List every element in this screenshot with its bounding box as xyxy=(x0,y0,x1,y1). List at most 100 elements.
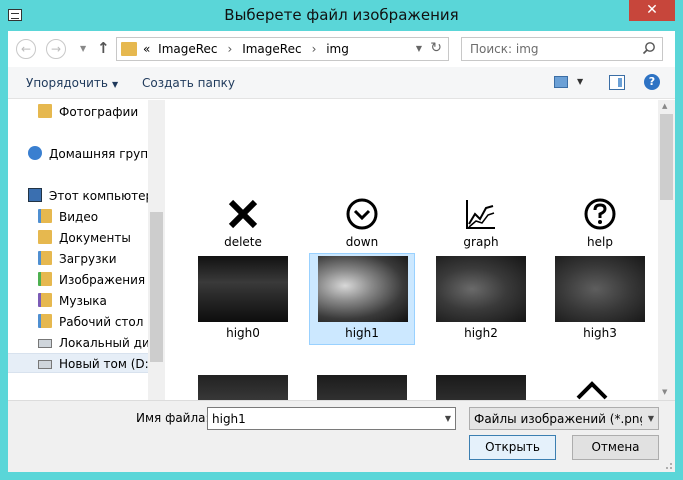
file-type-value: Файлы изображений (*.png *. xyxy=(474,412,642,426)
dialog-client: ← → ▼ ↑ « ImageRec › ImageRec › img ▼ ↻ По… xyxy=(8,31,675,472)
file-item-partial[interactable] xyxy=(428,373,534,400)
file-item-high3[interactable]: high3 xyxy=(547,254,653,346)
file-name: help xyxy=(587,235,613,249)
file-item-high0[interactable]: high0 xyxy=(190,254,296,346)
new-folder-button[interactable]: Создать папку xyxy=(142,76,235,90)
sidebar-item-label: Домашняя группа xyxy=(49,147,164,161)
scroll-up-icon[interactable]: ▲ xyxy=(662,102,667,110)
sidebar-item-downloads[interactable]: Загрузки xyxy=(8,249,148,269)
graph-icon xyxy=(466,200,495,229)
downloads-folder-icon xyxy=(38,251,52,265)
file-type-select[interactable]: Файлы изображений (*.png *. ▼ xyxy=(469,407,659,430)
sidebar-item-drive-d[interactable]: Новый том (D:) xyxy=(8,353,153,373)
navigation-bar: ← → ▼ ↑ « ImageRec › ImageRec › img ▼ ↻ По… xyxy=(8,31,675,67)
organize-button[interactable]: Упорядочить ▼ xyxy=(26,76,118,90)
filename-label: Имя файла: xyxy=(136,411,210,425)
file-item-high1[interactable]: high1 xyxy=(309,253,415,345)
file-list: delete down graph help high0 high1 high2… xyxy=(165,100,675,400)
view-mode-dropdown-icon[interactable]: ▼ xyxy=(577,77,583,86)
organize-label: Упорядочить xyxy=(26,76,108,90)
file-item-down[interactable]: down xyxy=(309,195,415,251)
up-arrow-icon[interactable]: ↑ xyxy=(97,39,110,57)
sidebar-item-label: Новый том (D:) xyxy=(59,357,154,371)
computer-icon xyxy=(28,188,42,202)
sidebar-item-label: Рабочий стол xyxy=(59,315,144,329)
chevron-down-icon: ▼ xyxy=(111,80,119,89)
pictures-folder-icon xyxy=(38,272,52,286)
sidebar-item-desktop[interactable]: Рабочий стол xyxy=(8,312,148,332)
image-thumbnail xyxy=(436,375,526,400)
sidebar-scrollbar[interactable] xyxy=(148,100,165,400)
image-thumbnail xyxy=(198,375,288,400)
sidebar-item-label: Этот компьютер xyxy=(49,189,154,203)
scroll-down-icon[interactable]: ▼ xyxy=(662,388,667,396)
close-button[interactable]: ✕ xyxy=(629,0,675,21)
chevron-down-icon[interactable]: ▼ xyxy=(445,414,451,423)
music-folder-icon xyxy=(38,293,52,307)
file-item-high2[interactable]: high2 xyxy=(428,254,534,346)
refresh-icon[interactable]: ↻ xyxy=(430,40,442,56)
recent-locations-dropdown-icon[interactable]: ▼ xyxy=(80,44,86,53)
breadcrumb-overflow[interactable]: « xyxy=(143,42,150,56)
search-icon[interactable] xyxy=(642,41,656,55)
open-button[interactable]: Открыть xyxy=(469,435,556,460)
homegroup-icon xyxy=(28,146,42,160)
search-placeholder: Поиск: img xyxy=(470,42,539,56)
breadcrumb-item[interactable]: ImageRec xyxy=(158,42,217,56)
image-thumbnail xyxy=(436,256,526,322)
image-thumbnail xyxy=(318,256,408,322)
sidebar-item-music[interactable]: Музыка xyxy=(8,291,148,311)
sidebar-item-video[interactable]: Видео xyxy=(8,207,148,227)
breadcrumb-item[interactable]: ImageRec xyxy=(242,42,301,56)
file-item-partial[interactable] xyxy=(309,373,415,400)
forward-arrow-icon[interactable]: → xyxy=(46,39,66,59)
sidebar-item-label: Видео xyxy=(59,210,99,224)
file-name: high2 xyxy=(464,326,498,340)
file-name: high1 xyxy=(345,326,379,340)
file-item-partial[interactable] xyxy=(190,373,296,400)
address-bar[interactable]: « ImageRec › ImageRec › img ▼ ↻ xyxy=(116,37,449,61)
home-icon xyxy=(576,381,608,400)
breadcrumb: « ImageRec › ImageRec › img xyxy=(143,42,349,56)
sidebar-item-photos[interactable]: Фотографии xyxy=(8,102,148,122)
file-name: high0 xyxy=(226,326,260,340)
image-thumbnail xyxy=(317,375,407,400)
folder-icon xyxy=(121,42,137,56)
file-name: delete xyxy=(224,235,262,249)
sidebar-item-label: Загрузки xyxy=(59,252,117,266)
desktop-folder-icon xyxy=(38,314,52,328)
file-list-scrollbar[interactable]: ▲ ▼ xyxy=(658,100,675,400)
search-input[interactable]: Поиск: img xyxy=(461,37,663,61)
view-mode-icon[interactable] xyxy=(554,76,568,88)
filename-value[interactable]: high1 xyxy=(212,412,246,426)
help-icon[interactable]: ? xyxy=(644,74,660,90)
cancel-button[interactable]: Отмена xyxy=(572,435,659,460)
video-folder-icon xyxy=(38,209,52,223)
file-item-delete[interactable]: delete xyxy=(190,195,296,251)
preview-pane-icon[interactable] xyxy=(609,75,625,90)
filename-field[interactable]: high1 ▼ xyxy=(207,407,456,430)
sidebar-item-local-disk[interactable]: Локальный диск xyxy=(8,333,164,353)
image-thumbnail xyxy=(198,256,288,322)
address-dropdown-icon[interactable]: ▼ xyxy=(416,44,422,53)
dialog-window: Выберете файл изображения ✕ ← → ▼ ↑ « Im… xyxy=(0,0,683,480)
file-item-graph[interactable]: graph xyxy=(428,195,534,251)
question-circle-icon xyxy=(584,198,616,230)
sidebar-item-label: Фотографии xyxy=(59,105,139,119)
file-item-help[interactable]: help xyxy=(547,195,653,251)
back-arrow-icon[interactable]: ← xyxy=(16,39,36,59)
sidebar-item-documents[interactable]: Документы xyxy=(8,228,148,248)
sidebar-item-label: Изображения xyxy=(59,273,146,287)
documents-folder-icon xyxy=(38,230,52,244)
breadcrumb-item[interactable]: img xyxy=(326,42,349,56)
resize-grip-icon[interactable] xyxy=(663,460,673,470)
title-bar[interactable]: Выберете файл изображения ✕ xyxy=(0,0,683,32)
file-name: graph xyxy=(463,235,499,249)
dialog-footer: Имя файла: high1 ▼ Файлы изображений (*.… xyxy=(8,400,675,472)
chevron-down-icon[interactable]: ▼ xyxy=(648,414,654,423)
sidebar-item-homegroup[interactable]: Домашняя группа xyxy=(8,144,163,164)
file-list-scroll-thumb[interactable] xyxy=(660,114,673,200)
sidebar-item-this-pc[interactable]: Этот компьютер xyxy=(8,186,153,206)
sidebar-scroll-thumb[interactable] xyxy=(150,212,163,362)
sidebar-item-pictures[interactable]: Изображения xyxy=(8,270,148,290)
